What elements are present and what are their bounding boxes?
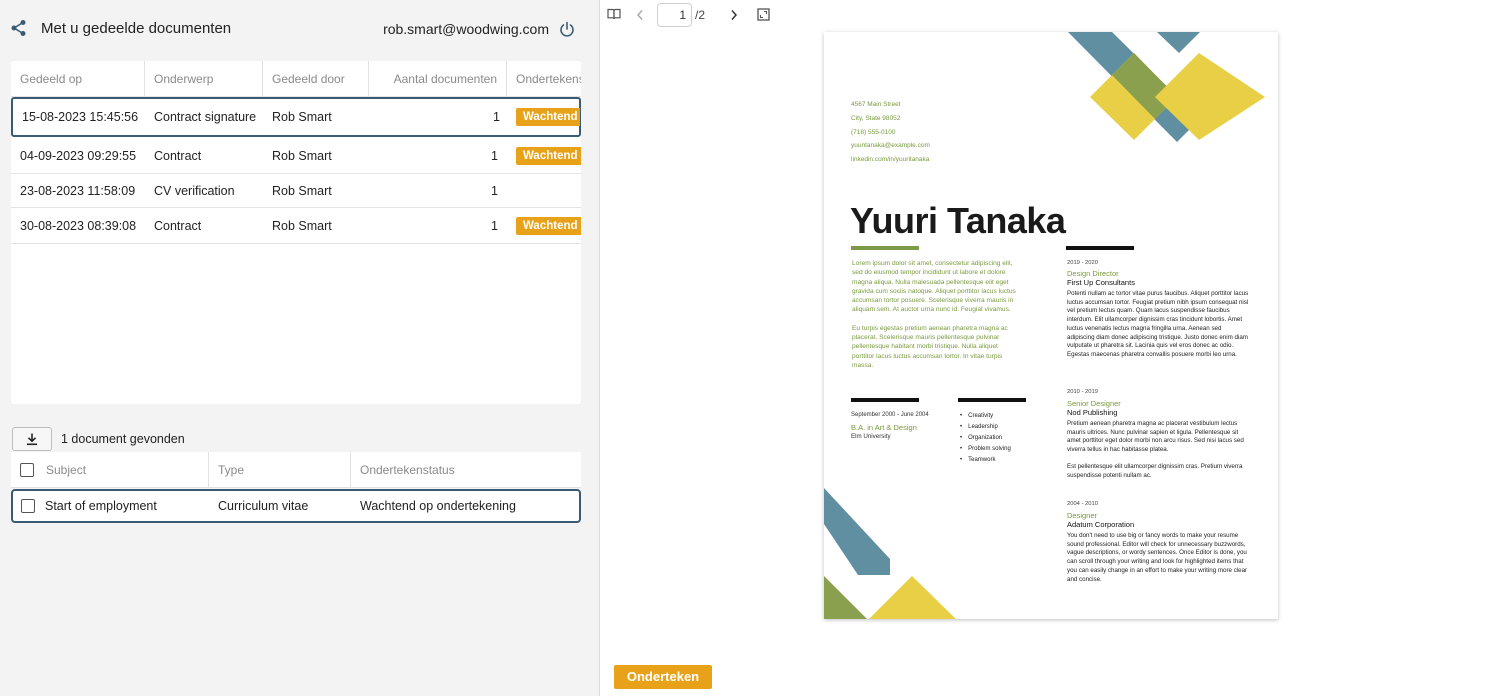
job-dates: 2010 - 2019	[1067, 389, 1098, 395]
job-description: Est pellentesque elit ullamcorper dignis…	[1067, 462, 1243, 479]
table-row[interactable]: Start of employment Curriculum vitae Wac…	[11, 489, 581, 523]
table-row[interactable]: 04-09-2023 09:29:55 Contract Rob Smart 1…	[11, 138, 581, 174]
resume-intro: Lorem ipsum dolor sit amet, consectetur …	[852, 259, 1022, 370]
job-title: Designer	[1067, 511, 1098, 520]
logout-power-icon[interactable]	[559, 21, 575, 37]
previous-page-icon[interactable]	[636, 9, 644, 21]
contact-line: 4567 Main Street	[851, 101, 901, 108]
skill-item: Teamwork	[960, 455, 1011, 466]
row-count: 1	[491, 218, 498, 233]
skills-list: Creativity Leadership Organization Probl…	[960, 411, 1011, 466]
skill-item: Problem solving	[960, 444, 1011, 455]
job-company: Adatum Corporation	[1067, 520, 1135, 529]
job-entry: 2010 - 2019 Senior Designer Nod Publishi…	[1067, 389, 1249, 480]
row-subject: Start of employment	[45, 499, 157, 513]
next-page-icon[interactable]	[730, 9, 738, 21]
column-header-type[interactable]: Type	[209, 452, 351, 488]
contact-line: City, State 98052	[851, 114, 901, 122]
table-row[interactable]: 15-08-2023 15:45:56 Contract signature R…	[11, 97, 581, 137]
top-bar: Met u gedeelde documenten rob.smart@wood…	[0, 0, 600, 58]
row-status	[516, 174, 581, 207]
table-row[interactable]: 30-08-2023 08:39:08 Contract Rob Smart 1…	[11, 208, 581, 244]
fullscreen-icon[interactable]	[757, 8, 770, 21]
status-badge: Wachtend op	[516, 216, 581, 235]
document-viewer: /2 4567 Main Street City, St	[601, 0, 1500, 696]
column-header-signing-status[interactable]: Ondertekens	[507, 61, 581, 97]
documents-found-count: 1 document gevonden	[61, 432, 185, 446]
table-header: Gedeeld op Onderwerp Gedeeld door Aantal…	[11, 61, 581, 97]
select-all-checkbox[interactable]	[20, 463, 34, 477]
book-view-icon[interactable]	[607, 8, 621, 20]
download-icon	[27, 433, 37, 446]
table-header: Subject Type Ondertekenstatus	[11, 452, 581, 488]
job-dates: 2019 - 2020	[1067, 260, 1098, 266]
job-entry: 2004 - 2010 Designer Adatum Corporation …	[1067, 501, 1249, 584]
row-shared-by: Rob Smart	[272, 148, 332, 163]
page-total: /2	[695, 8, 706, 22]
row-date: 23-08-2023 11:58:09	[20, 183, 136, 198]
job-description: Potenti nullam ac tortor vitae purus fau…	[1067, 290, 1249, 358]
row-date: 15-08-2023 15:45:56	[22, 110, 139, 124]
column-header-document-count[interactable]: Aantal documenten	[369, 61, 507, 97]
page-number-input[interactable]	[657, 3, 692, 27]
job-description: You don't need to use big or fancy words…	[1067, 532, 1248, 583]
contact-line: linkedin.com/in/yuuritanaka	[851, 156, 930, 164]
column-header-subject[interactable]: Subject	[37, 452, 209, 488]
document-page: 4567 Main Street City, State 98052 (718)…	[824, 32, 1278, 619]
education-degree: B.A. in Art & Design	[851, 423, 917, 432]
share-icon[interactable]	[10, 19, 28, 37]
job-title: Design Director	[1067, 269, 1119, 278]
row-type: Curriculum vitae	[218, 499, 309, 513]
row-subject: Contract signature	[154, 110, 257, 124]
row-subject: CV verification	[154, 183, 235, 198]
download-button[interactable]	[12, 427, 52, 451]
row-status: Wachtend op ondertekening	[360, 499, 516, 513]
job-company: First Up Consultants	[1067, 278, 1135, 287]
row-shared-by: Rob Smart	[272, 183, 332, 198]
shared-documents-table: Gedeeld op Onderwerp Gedeeld door Aantal…	[11, 61, 581, 404]
skill-item: Leadership	[960, 422, 1011, 433]
sign-button[interactable]: Onderteken	[614, 665, 712, 689]
resume-name: Yuuri Tanaka	[850, 200, 1066, 241]
row-date: 04-09-2023 09:29:55	[20, 148, 137, 163]
skill-item: Organization	[960, 433, 1011, 444]
row-count: 1	[491, 148, 498, 163]
intro-paragraph: Lorem ipsum dolor sit amet, consectetur …	[852, 260, 1016, 314]
shared-documents-panel: Met u gedeelde documenten rob.smart@wood…	[0, 0, 600, 696]
row-subject: Contract	[154, 218, 202, 233]
row-date: 30-08-2023 08:39:08	[20, 218, 137, 233]
column-header-subject[interactable]: Onderwerp	[145, 61, 263, 97]
row-shared-by: Rob Smart	[272, 218, 332, 233]
job-company: Nod Publishing	[1067, 408, 1118, 417]
row-count: 1	[493, 110, 500, 124]
row-checkbox[interactable]	[21, 499, 35, 513]
job-entry: 2019 - 2020 Design Director First Up Con…	[1067, 260, 1249, 360]
column-header-shared-on[interactable]: Gedeeld op	[11, 61, 145, 97]
job-description: Pretium aenean pharetra magna ac placera…	[1067, 420, 1244, 454]
column-header-shared-by[interactable]: Gedeeld door	[263, 61, 369, 97]
resume-contact: 4567 Main Street City, State 98052 (718)…	[851, 98, 930, 167]
education-dates: September 2000 - June 2004	[851, 412, 929, 418]
job-title: Senior Designer	[1067, 399, 1121, 408]
row-shared-by: Rob Smart	[272, 110, 332, 124]
user-email: rob.smart@woodwing.com	[383, 21, 549, 37]
skill-item: Creativity	[960, 411, 1011, 422]
job-dates: 2004 - 2010	[1067, 501, 1098, 507]
intro-paragraph: Eu turpis egestas pretium aenean pharetr…	[852, 324, 1008, 369]
education-school: Elm University	[851, 433, 891, 440]
row-count: 1	[491, 183, 498, 198]
table-row[interactable]: 23-08-2023 11:58:09 CV verification Rob …	[11, 174, 581, 208]
page-title: Met u gedeelde documenten	[41, 20, 232, 37]
status-badge: Wachtend op	[516, 146, 581, 165]
resume-divider	[851, 246, 919, 250]
contact-line: yuuntanaka@example.com	[851, 142, 930, 150]
row-subject: Contract	[154, 148, 202, 163]
status-badge: Wachtend op	[516, 108, 580, 126]
column-header-signing-status[interactable]: Ondertekenstatus	[351, 452, 581, 488]
contact-line: (718) 555-0100	[851, 128, 896, 136]
